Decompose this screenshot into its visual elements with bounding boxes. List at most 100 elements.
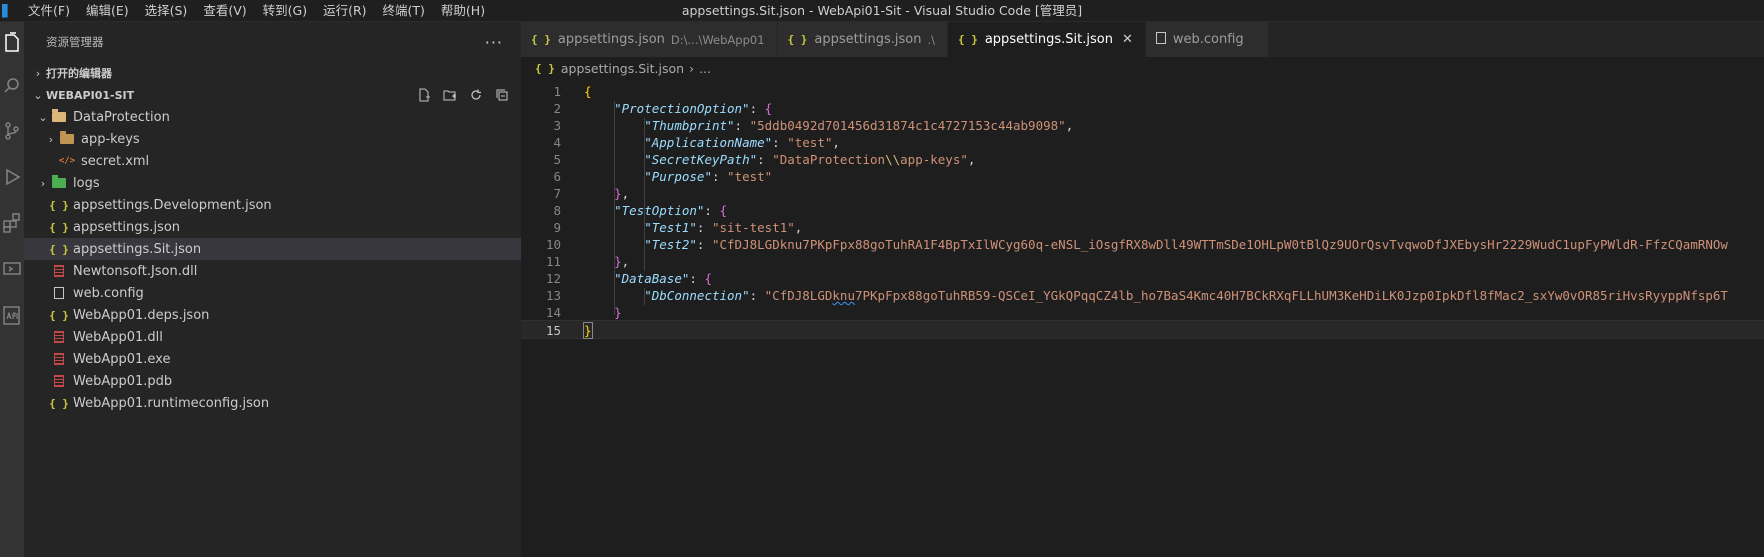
tree-item[interactable]: { } appsettings.Sit.json: [24, 238, 521, 260]
project-section[interactable]: ⌄ WEBAPI01-SIT: [24, 84, 521, 106]
tree-item[interactable]: › logs: [24, 172, 521, 194]
collapse-all-icon[interactable]: [493, 86, 511, 104]
code-token: :: [689, 271, 705, 286]
menu-item-1[interactable]: 编辑(E): [78, 0, 137, 22]
tree-item-label: Newtonsoft.Json.dll: [73, 263, 198, 279]
tree-item-label: app-keys: [81, 131, 140, 147]
indent-guide: [614, 101, 615, 315]
code-token: "DataProtection: [772, 152, 886, 167]
tree-item-label: logs: [73, 175, 100, 191]
explorer-header: 资源管理器 ···: [24, 22, 521, 62]
open-editors-section[interactable]: › 打开的编辑器: [24, 62, 521, 84]
json-icon: { }: [49, 308, 69, 322]
json-icon: { }: [957, 33, 978, 46]
code-token: "5ddb0492d701456d31874c1c4727153c44ab909…: [749, 118, 1066, 133]
menu-item-2[interactable]: 选择(S): [137, 0, 196, 22]
code-token: :: [696, 237, 712, 252]
code-token: "Thumbprint": [644, 118, 735, 133]
code-editor[interactable]: 1{2 "ProtectionOption": {3 "Thumbprint": "…: [521, 79, 1764, 557]
code-token: {: [584, 84, 592, 99]
tree-item-label: appsettings.json: [73, 219, 181, 235]
menu-item-4[interactable]: 转到(G): [255, 0, 315, 22]
menu-item-3[interactable]: 查看(V): [195, 0, 254, 22]
breadcrumb-file[interactable]: appsettings.Sit.json: [561, 61, 684, 76]
tree-item[interactable]: › app-keys: [24, 128, 521, 150]
source-control-icon[interactable]: [0, 114, 24, 148]
editor-tab[interactable]: web.config: [1145, 22, 1269, 57]
chevron-right-icon: ›: [48, 132, 54, 146]
code-text: }: [583, 321, 593, 340]
code-token: "SecretKeyPath": [644, 152, 758, 167]
tree-item[interactable]: WebApp01.pdb: [24, 370, 521, 392]
editor-tab-bar: { } appsettings.json D:\...\WebApp01 { } app…: [521, 22, 1764, 57]
remote-explorer-icon[interactable]: [0, 252, 24, 286]
code-token: "sit-test1": [711, 220, 795, 235]
api-icon[interactable]: [0, 298, 24, 332]
tab-description: D:\...\WebApp01: [670, 32, 765, 47]
explorer-icon[interactable]: [0, 26, 24, 60]
search-icon[interactable]: [0, 68, 24, 102]
tab-label: web.config: [1172, 32, 1244, 47]
tab-label: appsettings.Sit.json: [984, 32, 1113, 47]
dll-icon: [50, 351, 68, 367]
json-icon: { }: [787, 33, 808, 46]
menu-item-0[interactable]: 文件(F): [20, 0, 78, 22]
tree-item-label: WebApp01.deps.json: [73, 307, 210, 323]
tab-label: appsettings.json: [557, 32, 665, 47]
code-token: }: [583, 322, 593, 339]
menu-bar: 文件(F) 编辑(E) 选择(S) 查看(V) 转到(G) 运行(R) 终端(T) 帮助(H): [20, 0, 493, 22]
code-token: "CfDJ8LGD: [764, 288, 833, 303]
tree-item[interactable]: web.config: [24, 282, 521, 304]
code-token: "TestOption": [614, 203, 705, 218]
menu-item-5[interactable]: 运行(R): [315, 0, 374, 22]
tree-item-label: WebApp01.dll: [73, 329, 163, 345]
code-token: "Purpose": [644, 169, 712, 184]
tree-item[interactable]: ⌄ DataProtection: [24, 106, 521, 128]
tree-item-label: WebApp01.runtimeconfig.json: [73, 395, 270, 411]
code-token: ,: [967, 152, 976, 167]
tab-label: appsettings.json: [814, 32, 922, 47]
logs-folder-icon: [50, 175, 68, 191]
code-token: "Test2": [644, 237, 697, 252]
code-line[interactable]: 15}: [521, 320, 1764, 339]
menu-item-7[interactable]: 帮助(H): [433, 0, 493, 22]
close-icon[interactable]: ✕: [1122, 32, 1133, 47]
code-token: "DbConnection": [644, 288, 750, 303]
tree-item[interactable]: { } appsettings.Development.json: [24, 194, 521, 216]
tree-item[interactable]: Newtonsoft.Json.dll: [24, 260, 521, 282]
menu-item-6[interactable]: 终端(T): [375, 0, 433, 22]
code-token: :: [711, 169, 728, 184]
code-token: :: [734, 118, 750, 133]
code-token: :: [749, 288, 765, 303]
folder-open-icon: [50, 109, 68, 125]
code-token: }: [614, 186, 622, 201]
chevron-down-icon: ⌄: [38, 110, 48, 124]
code-token: "ApplicationName": [644, 135, 773, 150]
tree-item[interactable]: WebApp01.dll: [24, 326, 521, 348]
code-token: "test": [727, 169, 773, 184]
editor-tab[interactable]: { } appsettings.Sit.json ✕: [947, 22, 1146, 57]
tree-item[interactable]: { } WebApp01.deps.json: [24, 304, 521, 326]
tree-item[interactable]: WebApp01.exe: [24, 348, 521, 370]
breadcrumb-rest[interactable]: ...: [699, 61, 711, 76]
more-actions-icon[interactable]: ···: [485, 33, 503, 52]
code-token: "ProtectionOption": [614, 101, 750, 116]
folder-icon: [58, 131, 76, 147]
code-token: ,: [621, 254, 630, 269]
dll-icon: [50, 263, 68, 279]
activity-bar: [0, 22, 24, 557]
editor-tab[interactable]: { } appsettings.json D:\...\WebApp01: [521, 22, 778, 57]
run-debug-icon[interactable]: [0, 160, 24, 194]
code-token: "DataBase": [614, 271, 690, 286]
editor-tab[interactable]: { } appsettings.json .\: [777, 22, 948, 57]
tree-item[interactable]: </> secret.xml: [24, 150, 521, 172]
tree-item[interactable]: { } WebApp01.runtimeconfig.json: [24, 392, 521, 414]
json-icon: { }: [535, 61, 555, 75]
refresh-icon[interactable]: [467, 86, 485, 104]
new-file-icon[interactable]: [415, 86, 433, 104]
extensions-icon[interactable]: [0, 206, 24, 240]
new-folder-icon[interactable]: [441, 86, 459, 104]
vscode-logo-icon[interactable]: [2, 3, 8, 18]
tree-item[interactable]: { } appsettings.json: [24, 216, 521, 238]
code-token: ,: [1065, 118, 1074, 133]
